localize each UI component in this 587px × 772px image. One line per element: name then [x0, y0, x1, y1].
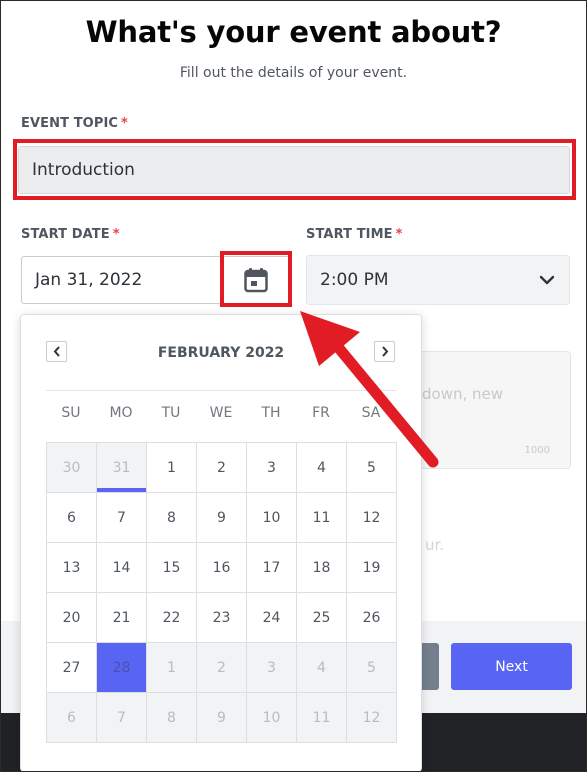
create-event-modal: What's your event about? Fill out the de…: [0, 0, 587, 772]
annotation-arrow: [300, 311, 439, 468]
